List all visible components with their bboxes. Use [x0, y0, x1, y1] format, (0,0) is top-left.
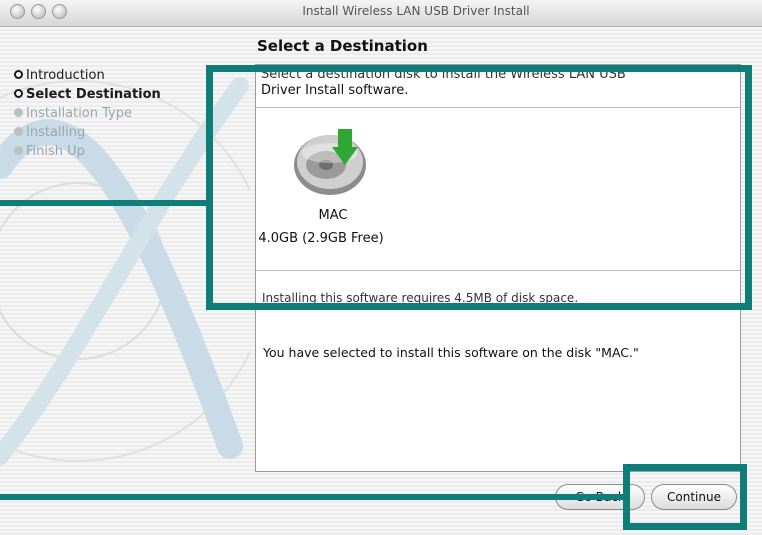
- step-bullet-icon: [14, 146, 23, 155]
- step-bullet-icon: [14, 70, 23, 79]
- callout-line-destination: [0, 200, 210, 206]
- step-label: Finish Up: [26, 144, 85, 159]
- selected-disk-message: You have selected to install this softwa…: [263, 345, 639, 360]
- step-installing: Installing: [14, 123, 161, 142]
- window-title: Install Wireless LAN USB Driver Install: [302, 4, 530, 18]
- step-finish-up: Finish Up: [14, 142, 161, 161]
- step-label: Installation Type: [26, 106, 132, 121]
- callout-line-continue: [0, 494, 628, 500]
- step-label: Select Destination: [26, 87, 161, 102]
- installer-window: Install Wireless LAN USB Driver Install …: [0, 0, 762, 535]
- step-introduction: Introduction: [14, 66, 161, 85]
- step-bullet-icon: [14, 127, 23, 136]
- step-installation-type: Installation Type: [14, 104, 161, 123]
- step-bullet-icon: [14, 89, 23, 98]
- title-bar: Install Wireless LAN USB Driver Install: [0, 0, 762, 27]
- step-label: Installing: [26, 125, 86, 140]
- step-bullet-icon: [14, 108, 23, 117]
- step-select-destination: Select Destination: [14, 85, 161, 104]
- page-heading: Select a Destination: [257, 37, 428, 55]
- step-label: Introduction: [26, 68, 105, 83]
- callout-box-continue: [623, 464, 747, 530]
- installer-steps-list: Introduction Select Destination Installa…: [14, 66, 161, 161]
- callout-box-destination: [206, 65, 752, 310]
